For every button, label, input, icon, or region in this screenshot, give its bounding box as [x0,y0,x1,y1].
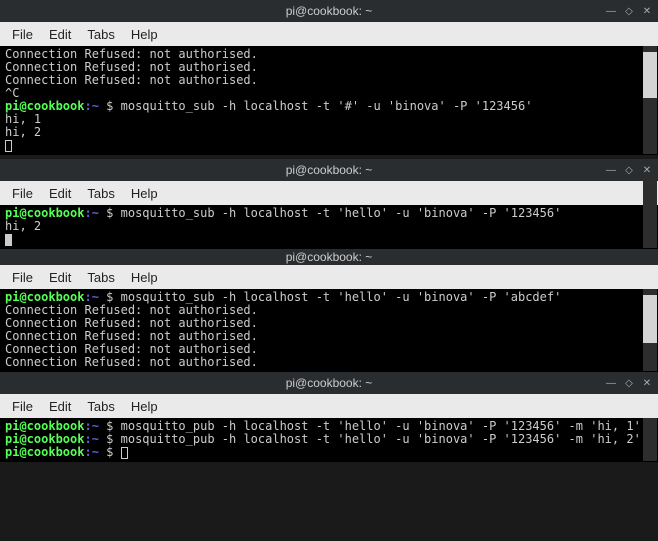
window-title: pi@cookbook: ~ [286,376,373,390]
terminal-output[interactable]: Connection Refused: not authorised. Conn… [1,46,643,154]
menu-help[interactable]: Help [125,25,164,44]
menu-file[interactable]: File [6,25,39,44]
menu-edit[interactable]: Edit [43,397,77,416]
terminal-window-4: pi@cookbook: ~ — ◇ ✕ File Edit Tabs Help… [0,372,658,462]
window-title: pi@cookbook: ~ [286,4,373,18]
menubar: File Edit Tabs Help [0,394,658,418]
scrollbar[interactable] [643,289,657,371]
menu-edit[interactable]: Edit [43,184,77,203]
partial-title: pi@cookbook: ~ [0,249,658,265]
menu-tabs[interactable]: Tabs [81,268,120,287]
terminal-window-2: pi@cookbook: ~ — ◇ ✕ File Edit Tabs Help… [0,159,658,249]
menu-tabs[interactable]: Tabs [81,184,120,203]
scrollbar[interactable] [643,418,657,461]
terminal-output[interactable]: pi@cookbook:~ $ mosquitto_sub -h localho… [1,205,643,248]
menu-help[interactable]: Help [125,184,164,203]
menu-file[interactable]: File [6,184,39,203]
terminal-window-1: pi@cookbook: ~ — ◇ ✕ File Edit Tabs Help… [0,0,658,155]
menu-edit[interactable]: Edit [43,268,77,287]
scrollbar[interactable] [643,205,657,248]
close-icon[interactable]: ✕ [642,6,652,16]
scrollbar[interactable] [643,46,657,154]
window-title: pi@cookbook: ~ [286,163,373,177]
menu-tabs[interactable]: Tabs [81,397,120,416]
menu-help[interactable]: Help [125,268,164,287]
terminal-output[interactable]: pi@cookbook:~ $ mosquitto_pub -h localho… [1,418,643,461]
menu-edit[interactable]: Edit [43,25,77,44]
minimize-icon[interactable]: — [606,6,616,16]
window-controls: — ◇ ✕ [606,165,652,175]
window-controls: — ◇ ✕ [606,378,652,388]
maximize-icon[interactable]: ◇ [624,165,634,175]
close-icon[interactable]: ✕ [642,165,652,175]
menu-file[interactable]: File [6,268,39,287]
maximize-icon[interactable]: ◇ [624,378,634,388]
titlebar[interactable]: pi@cookbook: ~ — ◇ ✕ [0,372,658,394]
terminal-output[interactable]: pi@cookbook:~ $ mosquitto_sub -h localho… [1,289,643,371]
menubar: File Edit Tabs Help [0,22,658,46]
close-icon[interactable]: ✕ [642,378,652,388]
menu-file[interactable]: File [6,397,39,416]
titlebar[interactable]: pi@cookbook: ~ — ◇ ✕ [0,0,658,22]
minimize-icon[interactable]: — [606,165,616,175]
menu-help[interactable]: Help [125,397,164,416]
minimize-icon[interactable]: — [606,378,616,388]
menubar: File Edit Tabs Help [0,181,658,205]
titlebar[interactable]: pi@cookbook: ~ — ◇ ✕ [0,159,658,181]
menu-tabs[interactable]: Tabs [81,25,120,44]
maximize-icon[interactable]: ◇ [624,6,634,16]
window-controls: — ◇ ✕ [606,6,652,16]
menubar: File Edit Tabs Help [0,265,658,289]
terminal-window-3: File Edit Tabs Help pi@cookbook:~ $ mosq… [0,265,658,372]
